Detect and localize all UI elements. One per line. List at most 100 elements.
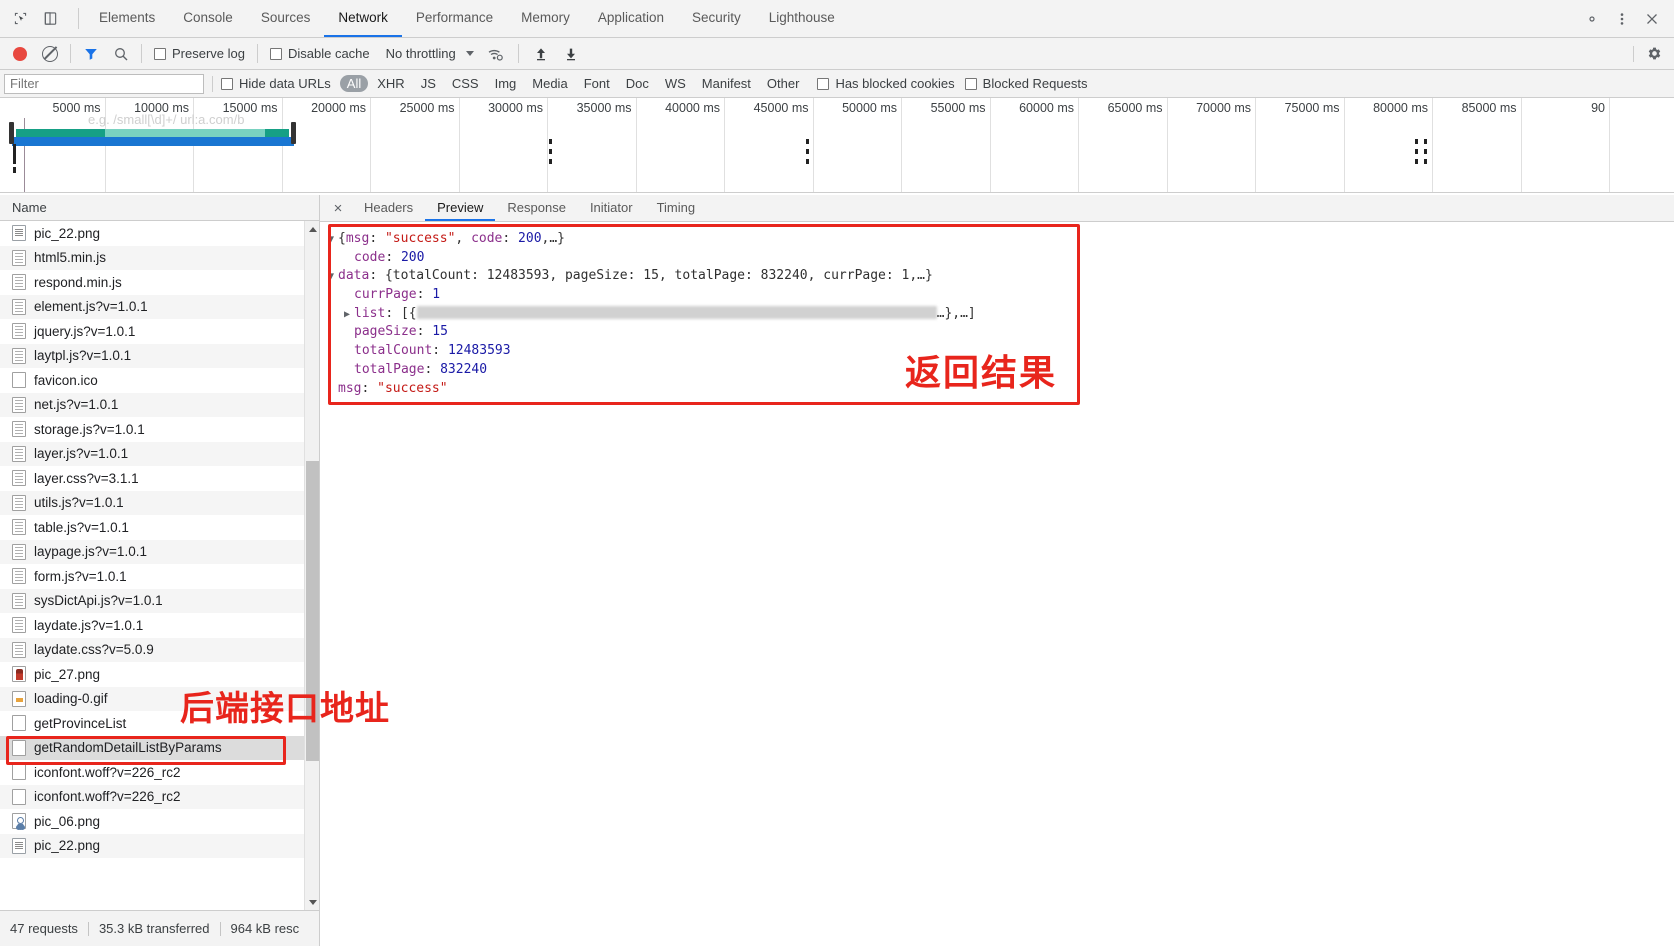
overview-window-right-handle[interactable] <box>291 122 296 144</box>
tab-performance[interactable]: Performance <box>402 0 507 37</box>
table-row[interactable]: layer.js?v=1.0.1 <box>0 442 304 467</box>
json-token-str: "success" <box>385 231 455 246</box>
filter-type-img[interactable]: Img <box>488 75 524 92</box>
detail-tab-initiator[interactable]: Initiator <box>578 195 645 221</box>
request-list-scrollbar[interactable] <box>304 221 319 910</box>
script-file-icon <box>12 617 26 633</box>
tab-application[interactable]: Application <box>584 0 678 37</box>
table-row[interactable]: utils.js?v=1.0.1 <box>0 491 304 516</box>
network-settings-gear-icon[interactable] <box>1640 40 1668 68</box>
detail-tab-preview[interactable]: Preview <box>425 195 495 221</box>
request-name: iconfont.woff?v=226_rc2 <box>34 789 180 804</box>
filter-type-media[interactable]: Media <box>525 75 574 92</box>
table-row[interactable]: storage.js?v=1.0.1 <box>0 417 304 442</box>
tab-lighthouse[interactable]: Lighthouse <box>755 0 849 37</box>
tab-memory[interactable]: Memory <box>507 0 584 37</box>
table-row[interactable]: jquery.js?v=1.0.1 <box>0 319 304 344</box>
table-row[interactable]: pic_22.png <box>0 834 304 859</box>
table-row[interactable]: laytpl.js?v=1.0.1 <box>0 344 304 369</box>
table-row[interactable]: respond.min.js <box>0 270 304 295</box>
hide-data-urls-box-icon <box>221 78 233 90</box>
detail-tab-timing[interactable]: Timing <box>645 195 708 221</box>
request-name: getRandomDetailListByParams <box>34 740 222 755</box>
filter-type-manifest[interactable]: Manifest <box>695 75 758 92</box>
inspect-element-icon[interactable] <box>6 5 34 33</box>
search-input[interactable] <box>4 74 204 94</box>
statusbar-requests: 47 requests <box>0 921 88 936</box>
table-row[interactable]: loading-0.gif <box>0 687 304 712</box>
table-row[interactable]: getRandomDetailListByParams <box>0 736 304 761</box>
tab-sources[interactable]: Sources <box>247 0 325 37</box>
request-name: element.js?v=1.0.1 <box>34 299 148 314</box>
throttling-dropdown[interactable]: No throttling <box>378 46 480 61</box>
disable-cache-checkbox[interactable]: Disable cache <box>264 46 376 61</box>
kebab-menu-glyph <box>1614 11 1630 27</box>
more-vertical-icon[interactable] <box>1608 5 1636 33</box>
filter-type-doc[interactable]: Doc <box>619 75 656 92</box>
json-token-plain: : [{ <box>385 306 416 321</box>
json-twisty-closed-icon[interactable] <box>344 306 354 325</box>
filter-type-js[interactable]: JS <box>414 75 443 92</box>
tab-label: Performance <box>416 10 493 25</box>
table-row[interactable]: net.js?v=1.0.1 <box>0 393 304 418</box>
table-row[interactable]: pic_22.png <box>0 221 304 246</box>
json-token-plain: : <box>424 362 440 377</box>
filter-type-css[interactable]: CSS <box>445 75 486 92</box>
overview-event-dots-1 <box>549 139 552 169</box>
blocked-requests-checkbox[interactable]: Blocked Requests <box>965 76 1088 91</box>
table-row[interactable]: pic_06.png <box>0 809 304 834</box>
search-button[interactable] <box>107 40 135 68</box>
timeline-tick-label: 35000 ms <box>577 101 632 115</box>
tab-security[interactable]: Security <box>678 0 755 37</box>
json-twisty-open-icon[interactable] <box>328 231 338 250</box>
scroll-down-arrow-icon[interactable] <box>305 894 319 910</box>
overview-window-left-handle[interactable] <box>9 122 14 144</box>
table-row[interactable]: favicon.ico <box>0 368 304 393</box>
filter-type-xhr[interactable]: XHR <box>370 75 411 92</box>
table-row[interactable]: iconfont.woff?v=226_rc2 <box>0 760 304 785</box>
filter-button[interactable] <box>77 40 105 68</box>
json-token-prop: totalCount <box>354 343 432 358</box>
tab-console[interactable]: Console <box>169 0 247 37</box>
table-row[interactable]: iconfont.woff?v=226_rc2 <box>0 785 304 810</box>
script-file-icon <box>12 274 26 290</box>
has-blocked-cookies-checkbox[interactable]: Has blocked cookies <box>817 76 954 91</box>
json-preview-tree[interactable]: {msg: "success", code: 200,…}code: 200da… <box>328 230 976 398</box>
table-row[interactable]: element.js?v=1.0.1 <box>0 295 304 320</box>
close-detail-icon[interactable]: × <box>324 195 352 221</box>
filter-type-ws[interactable]: WS <box>658 75 693 92</box>
table-row[interactable]: getProvinceList <box>0 711 304 736</box>
export-har-button[interactable] <box>557 40 585 68</box>
record-button[interactable] <box>6 40 34 68</box>
table-row[interactable]: laydate.js?v=1.0.1 <box>0 613 304 638</box>
hide-data-urls-checkbox[interactable]: Hide data URLs <box>221 76 331 91</box>
clear-button[interactable] <box>36 40 64 68</box>
tab-elements[interactable]: Elements <box>85 0 169 37</box>
network-overview[interactable]: 5000 ms10000 ms15000 ms20000 ms25000 ms3… <box>0 98 1674 193</box>
table-row[interactable]: layer.css?v=3.1.1 <box>0 466 304 491</box>
table-row[interactable]: html5.min.js <box>0 246 304 271</box>
scrollbar-thumb[interactable] <box>306 461 319 761</box>
close-icon[interactable] <box>1638 5 1666 33</box>
table-row[interactable]: table.js?v=1.0.1 <box>0 515 304 540</box>
preserve-log-checkbox[interactable]: Preserve log <box>148 46 251 61</box>
gear-icon[interactable] <box>1578 5 1606 33</box>
toolbar-divider-4 <box>518 44 519 63</box>
json-twisty-open-icon[interactable] <box>328 268 338 287</box>
filter-type-other[interactable]: Other <box>760 75 807 92</box>
table-row[interactable]: sysDictApi.js?v=1.0.1 <box>0 589 304 614</box>
import-har-button[interactable] <box>527 40 555 68</box>
scroll-up-arrow-icon[interactable] <box>305 221 319 237</box>
tab-network[interactable]: Network <box>324 0 402 37</box>
table-row[interactable]: laypage.js?v=1.0.1 <box>0 540 304 565</box>
filter-type-all[interactable]: All <box>340 75 368 92</box>
filter-type-font[interactable]: Font <box>577 75 617 92</box>
table-row[interactable]: pic_27.png <box>0 662 304 687</box>
column-header-name[interactable]: Name <box>0 195 319 221</box>
network-conditions-button[interactable] <box>482 40 510 68</box>
detail-tab-headers[interactable]: Headers <box>352 195 425 221</box>
table-row[interactable]: form.js?v=1.0.1 <box>0 564 304 589</box>
detail-tab-response[interactable]: Response <box>495 195 578 221</box>
table-row[interactable]: laydate.css?v=5.0.9 <box>0 638 304 663</box>
device-toolbar-icon[interactable] <box>36 5 64 33</box>
